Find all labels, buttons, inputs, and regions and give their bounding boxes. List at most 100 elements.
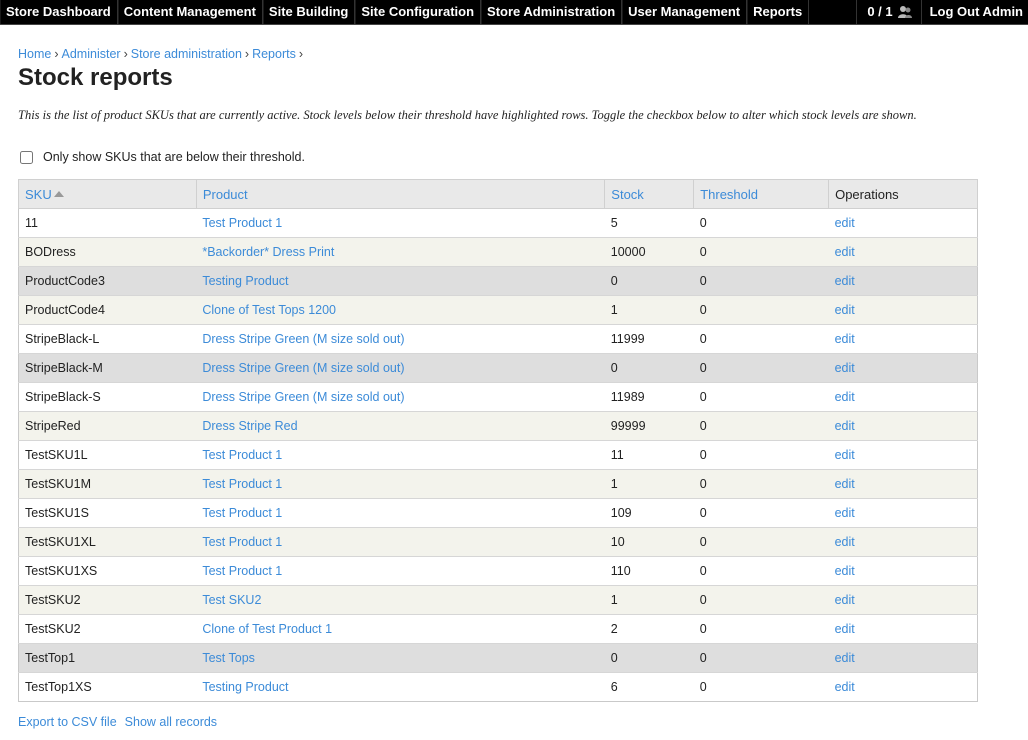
table-cell: 0 bbox=[693, 469, 829, 499]
table-cell: 0 bbox=[693, 440, 829, 470]
table-cell: Dress Stripe Green (M size sold out) bbox=[196, 382, 605, 412]
table-cell: Test Product 1 bbox=[196, 527, 605, 557]
edit-link[interactable]: edit bbox=[835, 680, 855, 694]
threshold-cell: 0 bbox=[699, 216, 707, 230]
sku-cell: TestTop1 bbox=[25, 651, 76, 665]
stock-cell: 5 bbox=[610, 216, 618, 230]
menu-store-administration[interactable]: Store Administration bbox=[481, 0, 623, 24]
edit-link[interactable]: edit bbox=[835, 390, 855, 404]
table-cell: 110 bbox=[604, 556, 694, 586]
menu-user-management[interactable]: User Management bbox=[622, 0, 748, 24]
product-link[interactable]: Test Product 1 bbox=[202, 216, 282, 230]
product-link[interactable]: Clone of Test Product 1 bbox=[202, 622, 332, 636]
product-link[interactable]: Testing Product bbox=[202, 274, 288, 288]
edit-link[interactable]: edit bbox=[835, 419, 855, 433]
product-link[interactable]: Test SKU2 bbox=[202, 593, 261, 607]
export-csv-link[interactable]: Export to CSV file bbox=[18, 715, 117, 729]
table-cell: Test Product 1 bbox=[196, 440, 605, 470]
table-cell: TestTop1 bbox=[18, 643, 197, 673]
threshold-cell: 0 bbox=[699, 680, 707, 694]
table-row: TestTop1 Test Tops 0 0 edit bbox=[18, 643, 978, 673]
edit-link[interactable]: edit bbox=[835, 506, 855, 520]
product-link[interactable]: Dress Stripe Green (M size sold out) bbox=[202, 390, 404, 404]
column-header-threshold[interactable]: Threshold bbox=[693, 179, 830, 209]
table-cell: 0 bbox=[693, 353, 829, 383]
edit-link[interactable]: edit bbox=[835, 216, 855, 230]
product-link[interactable]: Test Product 1 bbox=[202, 564, 282, 578]
table-row: TestTop1XS Testing Product 6 0 edit bbox=[18, 672, 978, 702]
edit-link[interactable]: edit bbox=[835, 332, 855, 346]
edit-link[interactable]: edit bbox=[835, 361, 855, 375]
menu-store-dashboard[interactable]: Store Dashboard bbox=[0, 0, 118, 24]
product-link[interactable]: *Backorder* Dress Print bbox=[202, 245, 334, 259]
menu-site-building[interactable]: Site Building bbox=[262, 0, 356, 24]
table-row: TestSKU1XS Test Product 1 110 0 edit bbox=[18, 556, 978, 586]
table-cell: 1 bbox=[604, 585, 694, 615]
table-cell: Test Tops bbox=[196, 643, 605, 673]
threshold-cell: 0 bbox=[699, 303, 707, 317]
table-cell: TestSKU1L bbox=[18, 440, 197, 470]
stock-cell: 1 bbox=[610, 477, 618, 491]
menu-reports[interactable]: Reports bbox=[747, 0, 810, 24]
table-cell: edit bbox=[828, 237, 978, 267]
edit-link[interactable]: edit bbox=[835, 651, 855, 665]
breadcrumb-separator: › bbox=[244, 47, 250, 61]
product-link[interactable]: Testing Product bbox=[202, 680, 288, 694]
product-link[interactable]: Test Product 1 bbox=[202, 535, 282, 549]
breadcrumb-administer[interactable]: Administer bbox=[62, 47, 121, 61]
edit-link[interactable]: edit bbox=[835, 448, 855, 462]
users-online[interactable]: 0 / 1 bbox=[856, 0, 922, 24]
product-link[interactable]: Clone of Test Tops 1200 bbox=[202, 303, 336, 317]
threshold-filter-checkbox[interactable] bbox=[20, 150, 33, 164]
product-link[interactable]: Dress Stripe Green (M size sold out) bbox=[202, 332, 404, 346]
product-link[interactable]: Test Tops bbox=[202, 651, 255, 665]
column-header-product[interactable]: Product bbox=[195, 179, 606, 209]
show-all-records-link[interactable]: Show all records bbox=[125, 715, 217, 729]
column-header-stock[interactable]: Stock bbox=[604, 179, 695, 209]
table-cell: Clone of Test Product 1 bbox=[196, 614, 605, 644]
table-cell: edit bbox=[828, 556, 978, 586]
product-link[interactable]: Test Product 1 bbox=[202, 477, 282, 491]
sku-cell: 11 bbox=[25, 216, 38, 230]
breadcrumb-store-administration[interactable]: Store administration bbox=[131, 47, 242, 61]
column-header-operations: Operations bbox=[828, 179, 978, 209]
menu-site-configuration[interactable]: Site Configuration bbox=[355, 0, 482, 24]
stock-cell: 109 bbox=[610, 506, 632, 520]
edit-link[interactable]: edit bbox=[835, 245, 855, 259]
sku-cell: TestSKU1M bbox=[25, 477, 91, 491]
table-row: StripeBlack-S Dress Stripe Green (M size … bbox=[18, 382, 978, 412]
column-header-sku[interactable]: SKU bbox=[18, 179, 197, 209]
table-cell: edit bbox=[828, 469, 978, 499]
threshold-filter[interactable]: Only show SKUs that are below their thre… bbox=[18, 150, 305, 164]
edit-link[interactable]: edit bbox=[835, 564, 855, 578]
edit-link[interactable]: edit bbox=[835, 274, 855, 288]
sku-cell: StripeBlack-S bbox=[25, 390, 101, 404]
product-link[interactable]: Dress Stripe Red bbox=[202, 419, 297, 433]
logout-link[interactable]: Log Out Admin bbox=[922, 0, 1028, 24]
stock-cell: 11999 bbox=[610, 332, 645, 346]
edit-link[interactable]: edit bbox=[835, 535, 855, 549]
product-link[interactable]: Test Product 1 bbox=[202, 506, 282, 520]
edit-link[interactable]: edit bbox=[835, 593, 855, 607]
table-cell: Test Product 1 bbox=[196, 208, 605, 238]
table-cell: *Backorder* Dress Print bbox=[196, 237, 605, 267]
threshold-cell: 0 bbox=[699, 390, 707, 404]
edit-link[interactable]: edit bbox=[835, 622, 855, 636]
product-link[interactable]: Test Product 1 bbox=[202, 448, 282, 462]
stock-cell: 11989 bbox=[610, 390, 645, 404]
table-header-row: SKU Product Stock Threshold Operations bbox=[18, 179, 978, 209]
menu-content-management[interactable]: Content Management bbox=[117, 0, 263, 24]
edit-link[interactable]: edit bbox=[835, 303, 855, 317]
product-link[interactable]: Dress Stripe Green (M size sold out) bbox=[202, 361, 404, 375]
edit-link[interactable]: edit bbox=[835, 477, 855, 491]
table-cell: ProductCode3 bbox=[18, 266, 197, 296]
table-cell: edit bbox=[828, 643, 978, 673]
breadcrumb-home[interactable]: Home bbox=[18, 47, 51, 61]
table-cell: 0 bbox=[693, 237, 829, 267]
table-row: TestSKU1S Test Product 1 109 0 edit bbox=[18, 498, 978, 528]
table-cell: 99999 bbox=[604, 411, 694, 441]
breadcrumb-reports[interactable]: Reports bbox=[252, 47, 296, 61]
table-cell: edit bbox=[828, 411, 978, 441]
sku-cell: ProductCode4 bbox=[25, 303, 105, 317]
sku-cell: TestSKU2 bbox=[25, 622, 81, 636]
